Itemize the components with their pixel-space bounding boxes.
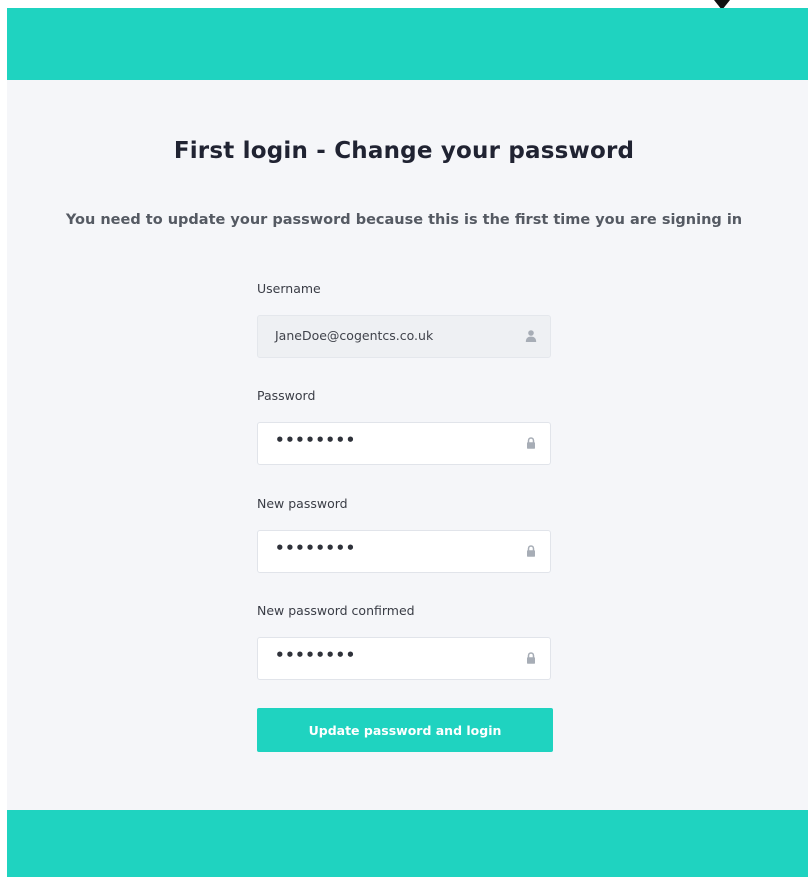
top-banner — [7, 8, 808, 80]
username-value: JaneDoe@cogentcs.co.uk — [275, 328, 434, 343]
lock-icon — [527, 545, 535, 557]
new-password-confirmed-masked-value: •••••••• — [275, 646, 356, 664]
new-password-masked-value: •••••••• — [275, 539, 356, 557]
lock-icon — [527, 652, 535, 664]
new-password-confirmed-label: New password confirmed — [257, 603, 415, 618]
password-masked-value: •••••••• — [275, 431, 356, 449]
username-label: Username — [257, 281, 321, 296]
page-subtitle: You need to update your password because… — [65, 212, 743, 228]
password-field[interactable]: •••••••• — [257, 422, 551, 465]
user-icon — [525, 330, 537, 342]
page: First login - Change your password You n… — [0, 0, 808, 877]
new-password-confirmed-field[interactable]: •••••••• — [257, 637, 551, 680]
new-password-label: New password — [257, 496, 348, 511]
footer-banner — [7, 810, 808, 877]
password-label: Password — [257, 388, 316, 403]
username-field[interactable]: JaneDoe@cogentcs.co.uk — [257, 315, 551, 358]
page-title: First login - Change your password — [173, 138, 635, 164]
new-password-field[interactable]: •••••••• — [257, 530, 551, 573]
lock-icon — [527, 437, 535, 449]
update-password-button[interactable]: Update password and login — [257, 708, 553, 752]
